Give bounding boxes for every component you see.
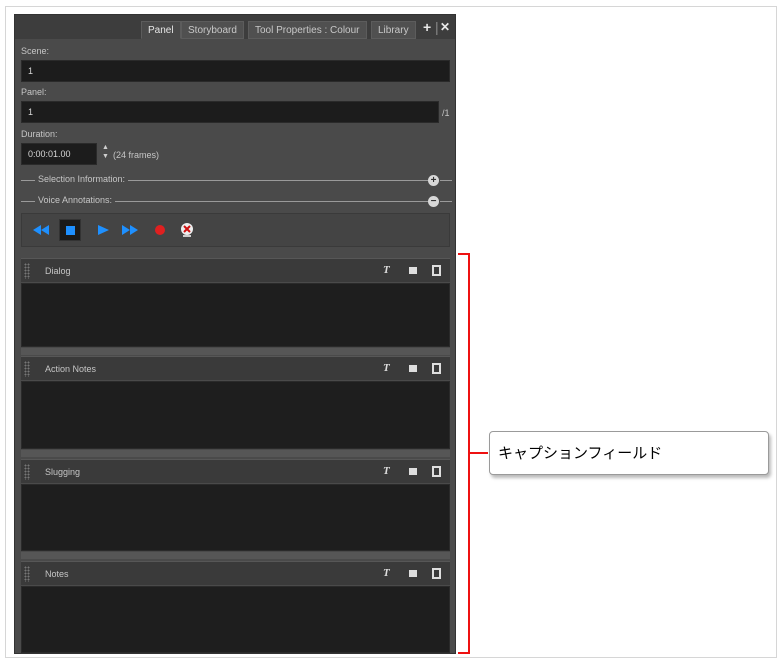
drag-handle-icon[interactable] xyxy=(24,464,30,480)
media-toolbar xyxy=(21,213,450,247)
scene-field[interactable]: 1 xyxy=(21,60,450,82)
caption-divider xyxy=(21,348,450,355)
selection-information-label: Selection Information: xyxy=(35,174,129,184)
callout-box: キャプションフィールド xyxy=(489,431,769,475)
scene-label: Scene: xyxy=(21,46,50,56)
caption-title: Action Notes xyxy=(45,364,97,374)
window-icon[interactable] xyxy=(409,570,417,577)
callout-connector xyxy=(470,452,488,454)
caption-menu-icon[interactable] xyxy=(432,363,441,374)
selection-divider-end xyxy=(440,180,452,181)
caption-header-dialog[interactable]: Dialog T xyxy=(21,258,450,282)
close-tab-icon[interactable]: ✕ xyxy=(440,20,450,34)
caption-header-notes[interactable]: Notes T xyxy=(21,561,450,585)
play-icon[interactable] xyxy=(96,223,110,237)
duration-label: Duration: xyxy=(21,129,58,139)
tab-bar: Panel Storyboard Tool Properties : Colou… xyxy=(15,15,455,39)
drag-handle-icon[interactable] xyxy=(24,566,30,582)
expand-icon[interactable]: + xyxy=(428,175,439,186)
caption-divider xyxy=(21,450,450,457)
collapse-icon[interactable]: − xyxy=(428,196,439,207)
caption-menu-icon[interactable] xyxy=(432,265,441,276)
tab-library[interactable]: Library xyxy=(371,21,416,39)
drag-handle-icon[interactable] xyxy=(24,361,30,377)
window-icon[interactable] xyxy=(409,365,417,372)
tab-tool-properties-colour[interactable]: Tool Properties : Colour xyxy=(248,21,367,39)
text-format-icon[interactable]: T xyxy=(383,362,390,374)
record-icon[interactable] xyxy=(153,223,167,237)
caption-header-slugging[interactable]: Slugging T xyxy=(21,459,450,483)
window-icon[interactable] xyxy=(409,468,417,475)
caption-text-slugging[interactable] xyxy=(21,484,450,551)
tab-storyboard[interactable]: Storyboard xyxy=(181,21,244,39)
caption-title: Slugging xyxy=(45,467,81,477)
callout-bracket xyxy=(458,253,470,654)
tab-divider: | xyxy=(435,19,439,35)
stop-button[interactable] xyxy=(59,219,81,241)
text-format-icon[interactable]: T xyxy=(383,465,390,477)
caption-menu-icon[interactable] xyxy=(432,466,441,477)
window-icon[interactable] xyxy=(409,267,417,274)
text-format-icon[interactable]: T xyxy=(383,567,390,579)
add-tab-icon[interactable]: + xyxy=(423,19,431,35)
voice-annotations-label: Voice Annotations: xyxy=(35,195,116,205)
duration-stepper[interactable]: ▲ ▼ xyxy=(102,143,109,161)
duration-frames: (24 frames) xyxy=(113,150,160,160)
tab-panel[interactable]: Panel xyxy=(141,21,181,39)
text-format-icon[interactable]: T xyxy=(383,264,390,276)
caption-menu-icon[interactable] xyxy=(432,568,441,579)
fast-forward-icon[interactable] xyxy=(122,223,138,237)
panel-view: Panel Storyboard Tool Properties : Colou… xyxy=(14,14,456,654)
stop-icon xyxy=(66,226,75,235)
panel-field[interactable]: 1 xyxy=(21,101,439,123)
caption-title: Dialog xyxy=(45,266,71,276)
panel-label: Panel: xyxy=(21,87,47,97)
panel-total: /1 xyxy=(442,108,450,118)
caption-text-dialog[interactable] xyxy=(21,283,450,347)
voice-divider-end xyxy=(440,201,452,202)
caption-text-notes[interactable] xyxy=(21,586,450,653)
caption-title: Notes xyxy=(45,569,69,579)
caption-divider xyxy=(21,552,450,559)
rewind-icon[interactable] xyxy=(33,223,49,237)
delete-recording-icon[interactable] xyxy=(179,221,195,239)
caption-text-action-notes[interactable] xyxy=(21,381,450,449)
drag-handle-icon[interactable] xyxy=(24,263,30,279)
duration-field[interactable]: 0:00:01.00 xyxy=(21,143,97,165)
caption-header-action-notes[interactable]: Action Notes T xyxy=(21,356,450,380)
